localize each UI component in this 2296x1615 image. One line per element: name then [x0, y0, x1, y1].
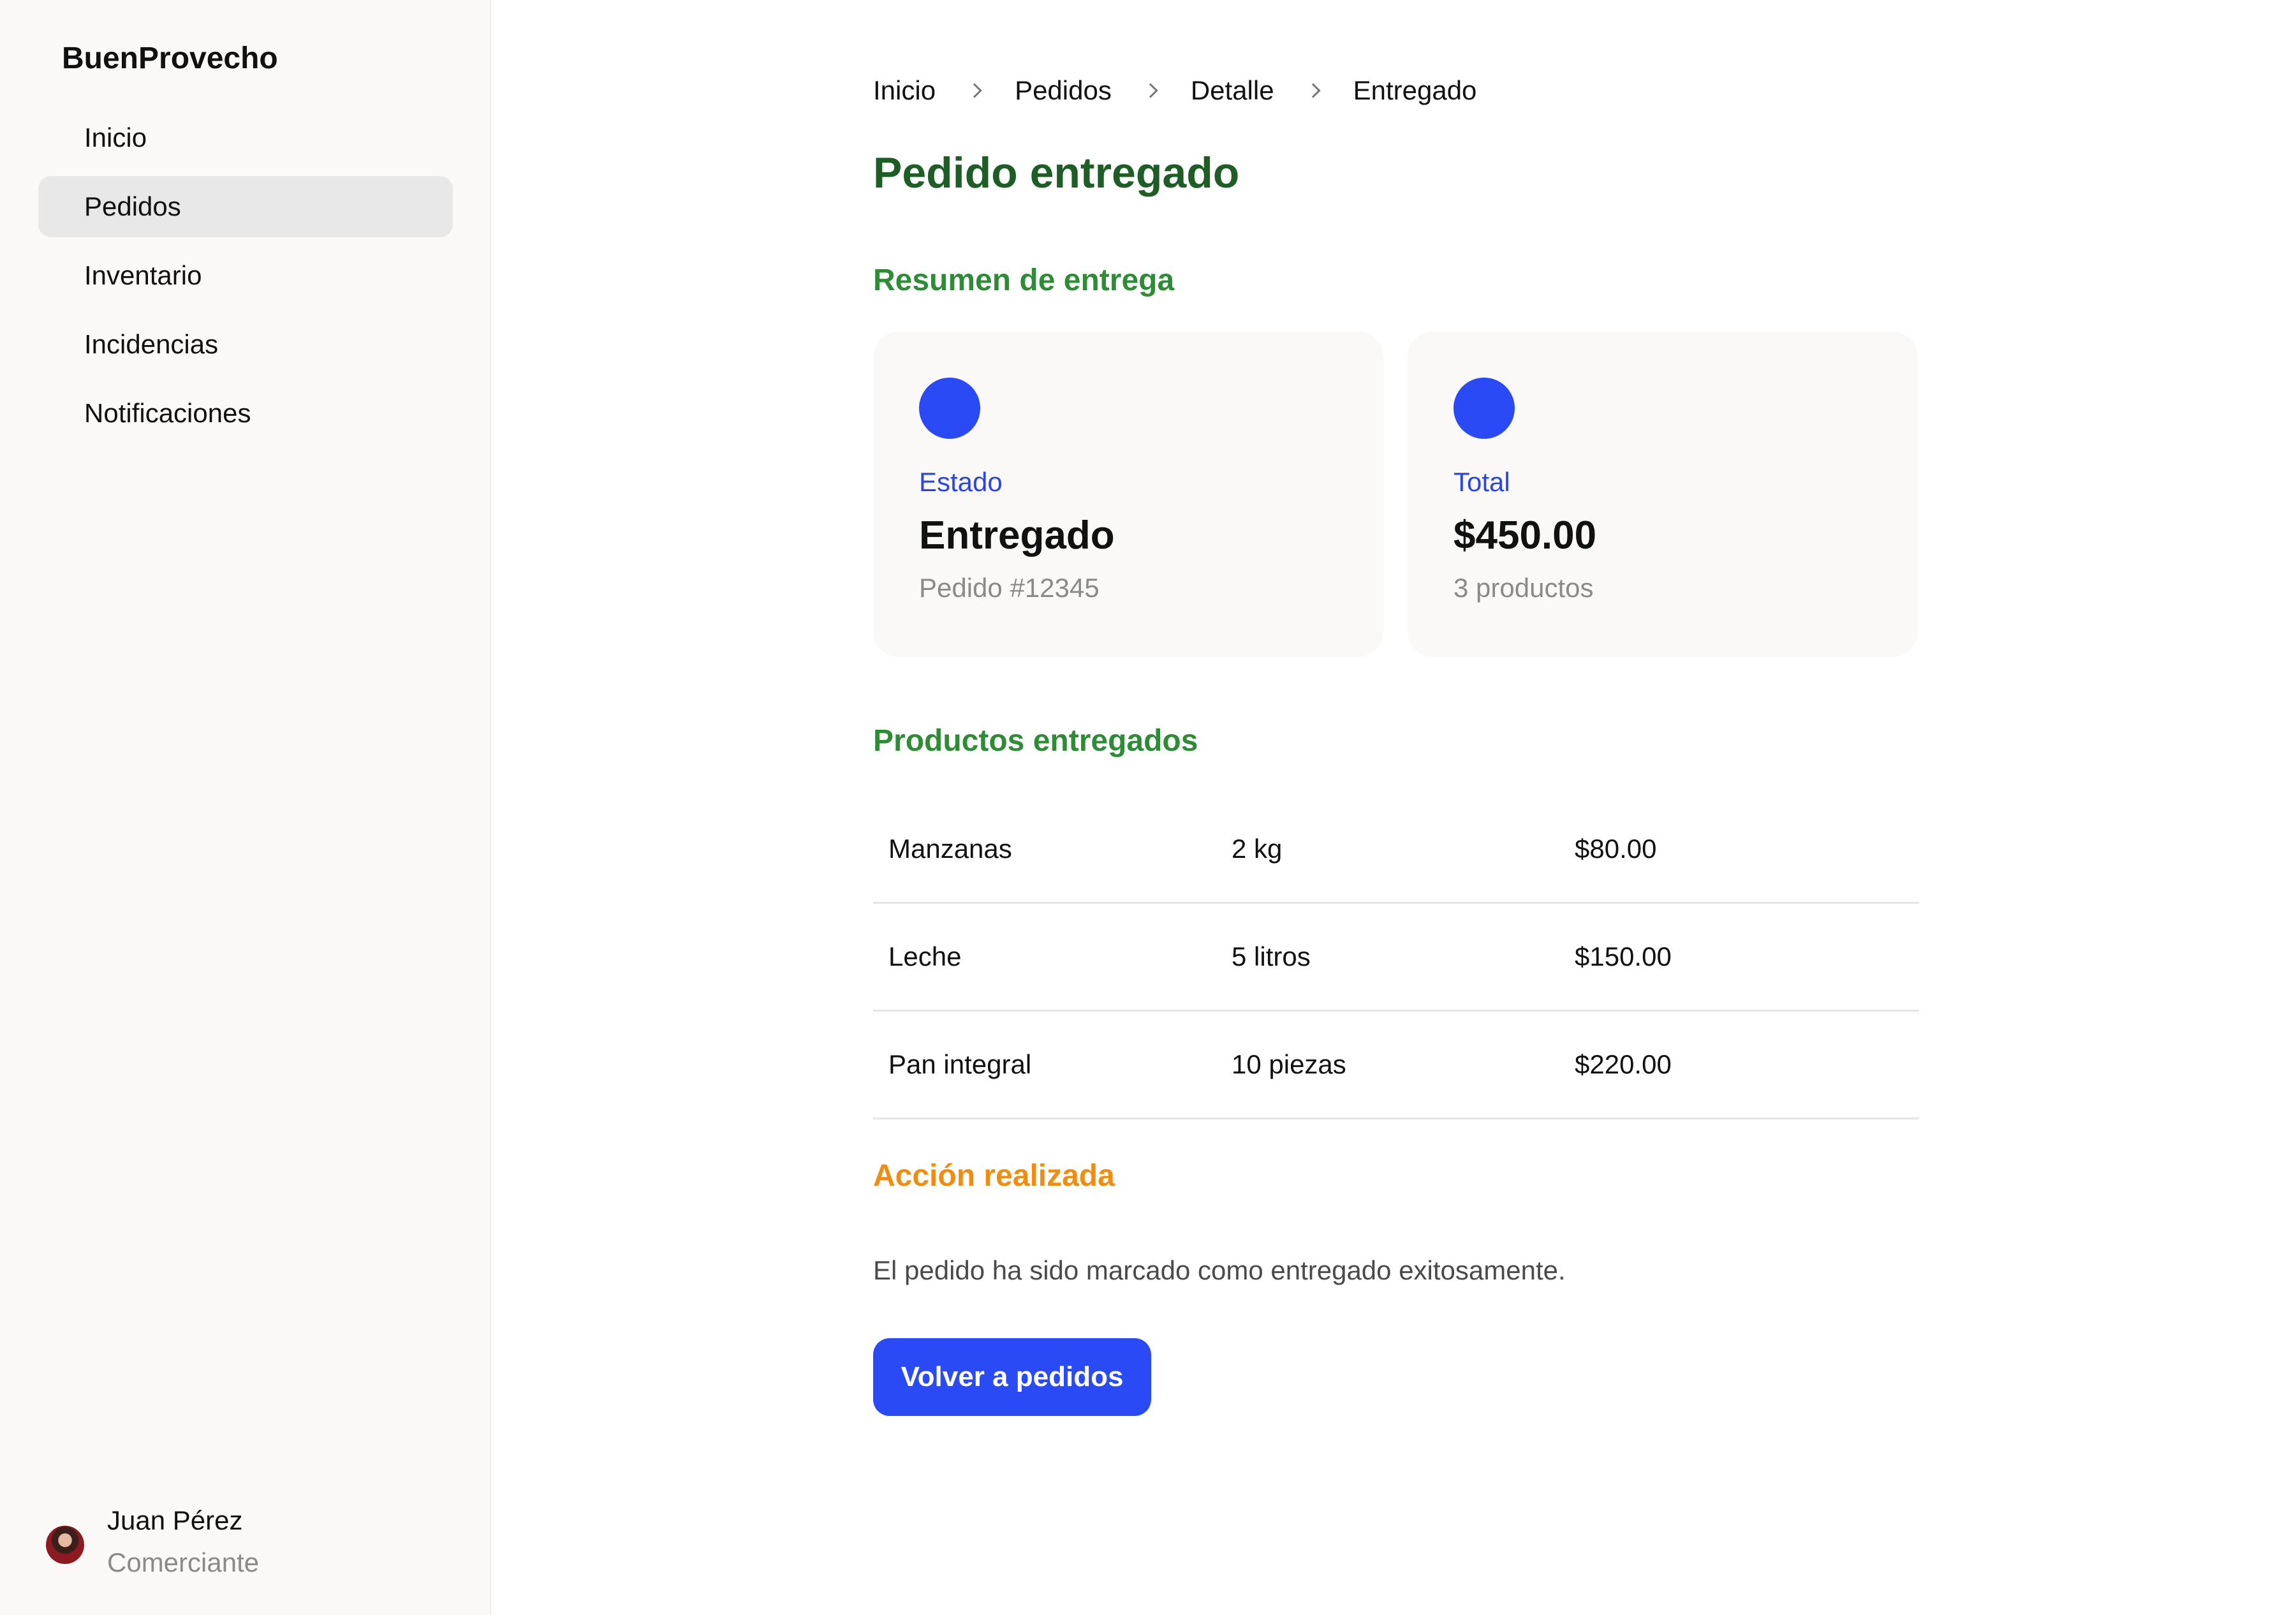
chevron-right-icon [967, 83, 982, 98]
table-row: Manzanas 2 kg $80.00 [873, 796, 1919, 904]
summary-section-title: Resumen de entrega [873, 263, 1175, 297]
sidebar-item-pedidos[interactable]: Pedidos [38, 176, 453, 237]
table-row: Leche 5 litros $150.00 [873, 904, 1919, 1012]
total-card-product-count: 3 productos [1453, 573, 1594, 603]
total-card: Total $450.00 3 productos [1408, 332, 1918, 657]
chevron-right-icon [1305, 83, 1321, 98]
product-price: $80.00 [1575, 834, 1657, 864]
total-card-value: $450.00 [1453, 513, 1597, 557]
user-profile[interactable]: Juan Pérez Comerciante [46, 1503, 259, 1582]
sidebar: BuenProvecho Inicio Pedidos Inventario I… [0, 0, 491, 1615]
product-quantity: 2 kg [1232, 834, 1283, 864]
product-quantity: 10 piezas [1232, 1049, 1346, 1079]
products-section-title: Productos entregados [873, 724, 1198, 758]
user-info: Juan Pérez Comerciante [107, 1503, 259, 1582]
sidebar-item-inventario[interactable]: Inventario [38, 245, 453, 306]
total-card-label: Total [1453, 467, 1510, 497]
sidebar-item-incidencias[interactable]: Incidencias [38, 314, 453, 375]
status-dot-icon [919, 378, 980, 439]
breadcrumb-detalle[interactable]: Detalle [1191, 75, 1274, 106]
product-price: $220.00 [1575, 1049, 1672, 1079]
table-row: Pan integral 10 piezas $220.00 [873, 1012, 1919, 1119]
total-dot-icon [1453, 378, 1515, 439]
user-role: Comerciante [107, 1547, 260, 1577]
products-table: Manzanas 2 kg $80.00 Leche 5 litros $150… [873, 796, 1919, 1119]
avatar [46, 1526, 84, 1564]
breadcrumb: Inicio Pedidos Detalle Entregado [873, 75, 1476, 106]
product-quantity: 5 litros [1232, 941, 1311, 971]
breadcrumb-entregado: Entregado [1353, 75, 1477, 105]
back-to-orders-button[interactable]: Volver a pedidos [873, 1338, 1151, 1416]
action-section-title: Acción realizada [873, 1159, 1115, 1193]
sidebar-item-inicio[interactable]: Inicio [38, 107, 453, 168]
brand-logo-text: BuenProvecho [62, 41, 278, 75]
status-card-value: Entregado [919, 513, 1115, 557]
breadcrumb-pedidos[interactable]: Pedidos [1015, 75, 1112, 106]
status-card-label: Estado [919, 467, 1003, 497]
product-name: Manzanas [888, 834, 1012, 864]
page-title: Pedido entregado [873, 149, 1240, 197]
chevron-right-icon [1143, 83, 1158, 98]
summary-cards: Estado Entregado Pedido #12345 Total $45… [873, 332, 1919, 657]
product-name: Pan integral [888, 1049, 1032, 1079]
status-card-order-id: Pedido #12345 [919, 573, 1100, 603]
breadcrumb-inicio[interactable]: Inicio [873, 75, 936, 106]
user-name: Juan Pérez [107, 1505, 243, 1535]
sidebar-item-notificaciones[interactable]: Notificaciones [38, 383, 453, 444]
sidebar-nav: Inicio Pedidos Inventario Incidencias No… [38, 107, 453, 452]
app-window: BuenProvecho Inicio Pedidos Inventario I… [0, 0, 2296, 1615]
status-card: Estado Entregado Pedido #12345 [873, 332, 1383, 657]
product-name: Leche [888, 941, 962, 971]
product-price: $150.00 [1575, 941, 1672, 971]
success-message: El pedido ha sido marcado como entregado… [873, 1255, 1566, 1285]
